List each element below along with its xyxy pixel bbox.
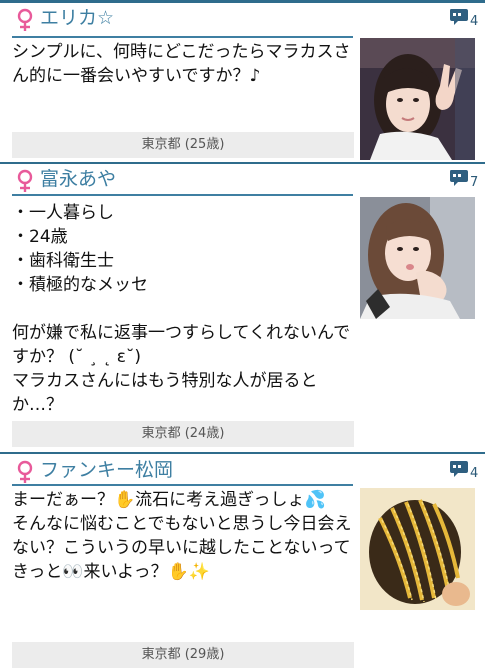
female-icon (17, 169, 33, 192)
header-underline (12, 36, 353, 38)
card-divider (0, 452, 485, 454)
female-icon (17, 8, 33, 31)
comment-count-button[interactable]: 4 (449, 8, 485, 32)
header-underline (12, 194, 353, 196)
profile-photo[interactable] (360, 488, 475, 610)
post-header: 富永あや 7 (0, 165, 485, 195)
post-message: ・一人暮らし ・24歳 ・歯科衛生士 ・積極的なメッセ 何が嫌で私に返事一つすら… (12, 203, 351, 415)
post-card[interactable]: ファンキー松岡 4 まーだぁー？✋流石に考え過ぎっしょ💦 そんなに悩むことでもな… (0, 456, 485, 670)
post-card[interactable]: エリカ☆ 4 シンプルに、何時にどこだったらマラカスさん的に一番会いやすいですか… (0, 4, 485, 162)
female-icon (17, 460, 33, 483)
location-age-label: 東京都 (29歳) (12, 642, 354, 668)
profile-photo[interactable] (360, 38, 475, 160)
comment-icon (450, 9, 468, 25)
location-age-label: 東京都 (24歳) (12, 421, 354, 447)
post-card[interactable]: 富永あや 7 ・一人暮らし ・24歳 ・歯科衛生士 ・積極的なメッセ 何が嫌で私… (0, 165, 485, 455)
poster-name[interactable]: エリカ☆ (40, 6, 114, 30)
comment-count-button[interactable]: 4 (449, 460, 485, 484)
comment-count-button[interactable]: 7 (449, 169, 485, 193)
comment-icon (450, 461, 468, 477)
post-message: シンプルに、何時にどこだったらマラカスさん的に一番会いやすいですか？♪ (12, 42, 351, 86)
post-message: まーだぁー？✋流石に考え過ぎっしょ💦 そんなに悩むことでもないと思うし今日会えな… (12, 490, 352, 582)
comment-count: 7 (470, 175, 479, 190)
header-underline (12, 484, 353, 486)
poster-name[interactable]: ファンキー松岡 (40, 458, 173, 482)
comment-count: 4 (470, 466, 479, 481)
comment-icon (450, 170, 468, 186)
comment-count: 4 (470, 14, 479, 29)
location-age-label: 東京都 (25歳) (12, 132, 354, 158)
post-header: エリカ☆ 4 (0, 4, 485, 34)
poster-name[interactable]: 富永あや (40, 167, 116, 191)
post-header: ファンキー松岡 4 (0, 456, 485, 486)
profile-photo[interactable] (360, 197, 475, 319)
top-divider (0, 0, 485, 3)
card-divider (0, 162, 485, 164)
